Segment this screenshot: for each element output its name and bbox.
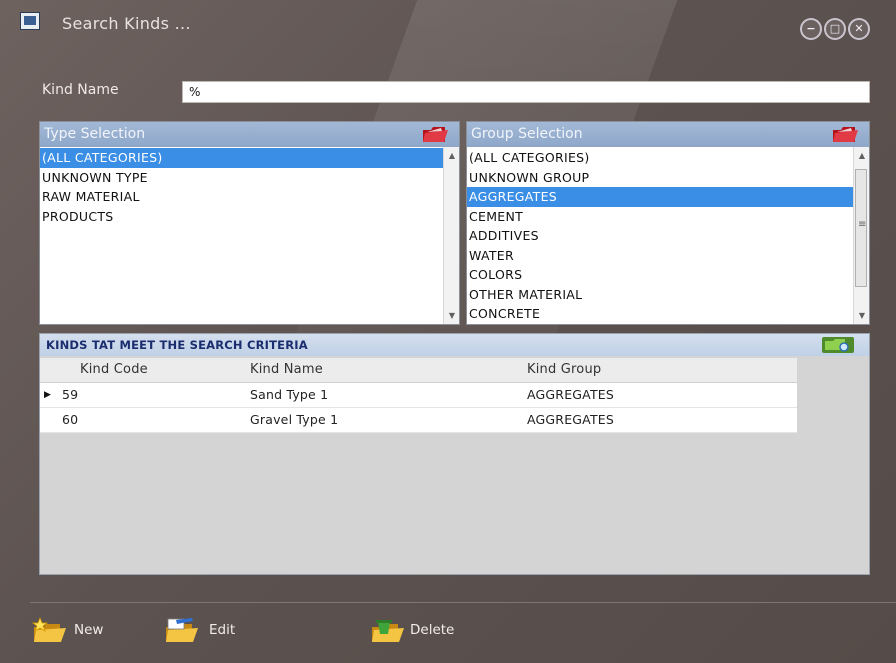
delete-button-label: Delete xyxy=(410,622,455,638)
column-header-kind-code[interactable]: Kind Code xyxy=(80,358,148,382)
kind-code-cell[interactable]: 59 xyxy=(62,383,78,407)
list-item[interactable]: OTHER MATERIAL xyxy=(467,285,853,305)
type-selection-scrollbar[interactable]: ▲ ▼ xyxy=(443,147,459,324)
type-selection-list[interactable]: (ALL CATEGORIES) UNKNOWN TYPE RAW MATERI… xyxy=(40,147,443,324)
type-selection-header: Type Selection xyxy=(40,122,459,147)
table-row[interactable]: ▶ 59 Sand Type 1 AGGREGATES xyxy=(40,383,797,408)
kind-code-cell[interactable]: 60 xyxy=(62,408,78,432)
kind-group-cell[interactable]: AGGREGATES xyxy=(527,383,614,407)
group-selection-title: Group Selection xyxy=(471,126,583,142)
results-table: Kind Code Kind Name Kind Group ▶ 59 Sand… xyxy=(40,358,797,433)
list-item[interactable]: (ALL CATEGORIES) xyxy=(40,148,443,168)
close-button[interactable]: ✕ xyxy=(848,18,870,40)
kind-name-cell[interactable]: Gravel Type 1 xyxy=(250,408,338,432)
divider xyxy=(30,602,896,603)
maximize-icon: □ xyxy=(829,22,841,35)
delete-folder-icon xyxy=(372,620,404,642)
kind-name-input[interactable] xyxy=(182,81,870,103)
app-window-icon xyxy=(20,12,40,30)
search-kinds-window: Search Kinds ... − □ ✕ Kind Name Type Se… xyxy=(0,0,896,663)
group-selection-header: Group Selection xyxy=(467,122,869,147)
type-selection-panel: Type Selection (ALL CATEGORIES) UNKNOWN … xyxy=(39,121,460,325)
results-title-text: KINDS TAT MEET THE SEARCH CRITERIA xyxy=(46,338,308,352)
kind-name-cell[interactable]: Sand Type 1 xyxy=(250,383,328,407)
scroll-up-arrow-icon[interactable]: ▲ xyxy=(858,151,866,160)
list-item[interactable]: AGGREGATES xyxy=(467,187,853,207)
title-bar: Search Kinds ... − □ ✕ xyxy=(0,0,896,48)
list-item[interactable]: UNKNOWN TYPE xyxy=(40,168,443,188)
kind-group-cell[interactable]: AGGREGATES xyxy=(527,408,614,432)
table-header-row: Kind Code Kind Name Kind Group xyxy=(40,358,797,383)
edit-folder-icon xyxy=(166,618,198,642)
maximize-button[interactable]: □ xyxy=(824,18,846,40)
minimize-icon: − xyxy=(806,22,816,35)
group-selection-scrollbar[interactable]: ▲ ≡ ▼ xyxy=(853,147,869,324)
list-item[interactable]: UNKNOWN GROUP xyxy=(467,168,853,188)
column-header-kind-group[interactable]: Kind Group xyxy=(527,358,601,382)
edit-button[interactable]: Edit xyxy=(162,616,252,646)
list-item[interactable]: (ALL CATEGORIES) xyxy=(467,148,853,168)
red-folder-icon[interactable] xyxy=(421,124,449,144)
edit-button-label: Edit xyxy=(209,622,236,638)
list-item[interactable]: CEMENT xyxy=(467,207,853,227)
scroll-down-arrow-icon[interactable]: ▼ xyxy=(448,311,456,320)
results-grid-title: KINDS TAT MEET THE SEARCH CRITERIA xyxy=(40,334,869,356)
results-grid-panel: KINDS TAT MEET THE SEARCH CRITERIA Kind … xyxy=(39,333,870,575)
list-item[interactable]: PRODUCTS xyxy=(40,207,443,227)
scroll-down-arrow-icon[interactable]: ▼ xyxy=(858,311,866,320)
scroll-up-arrow-icon[interactable]: ▲ xyxy=(448,151,456,160)
minimize-button[interactable]: − xyxy=(800,18,822,40)
column-header-kind-name[interactable]: Kind Name xyxy=(250,358,323,382)
list-item[interactable]: ADDITIVES xyxy=(467,226,853,246)
list-item[interactable]: RAW MATERIAL xyxy=(40,187,443,207)
current-row-indicator-icon: ▶ xyxy=(44,390,51,400)
red-folder-icon[interactable] xyxy=(831,124,859,144)
window-title: Search Kinds ... xyxy=(62,14,191,33)
new-button-label: New xyxy=(74,622,104,638)
group-selection-panel: Group Selection (ALL CATEGORIES) UNKNOWN… xyxy=(466,121,870,325)
green-search-folder-icon[interactable] xyxy=(821,336,855,354)
scroll-grip-icon: ≡ xyxy=(858,219,867,230)
group-selection-list[interactable]: (ALL CATEGORIES) UNKNOWN GROUP AGGREGATE… xyxy=(467,147,853,324)
close-icon: ✕ xyxy=(854,22,864,35)
list-item[interactable]: COLORS xyxy=(467,265,853,285)
new-folder-star-icon xyxy=(31,616,66,642)
type-selection-title: Type Selection xyxy=(44,126,146,142)
delete-button[interactable]: Delete xyxy=(368,616,468,646)
table-row[interactable]: 60 Gravel Type 1 AGGREGATES xyxy=(40,408,797,433)
kind-name-label: Kind Name xyxy=(42,82,119,98)
list-item[interactable]: WATER xyxy=(467,246,853,266)
list-item[interactable]: CONCRETE xyxy=(467,304,853,324)
new-button[interactable]: New xyxy=(30,616,120,646)
